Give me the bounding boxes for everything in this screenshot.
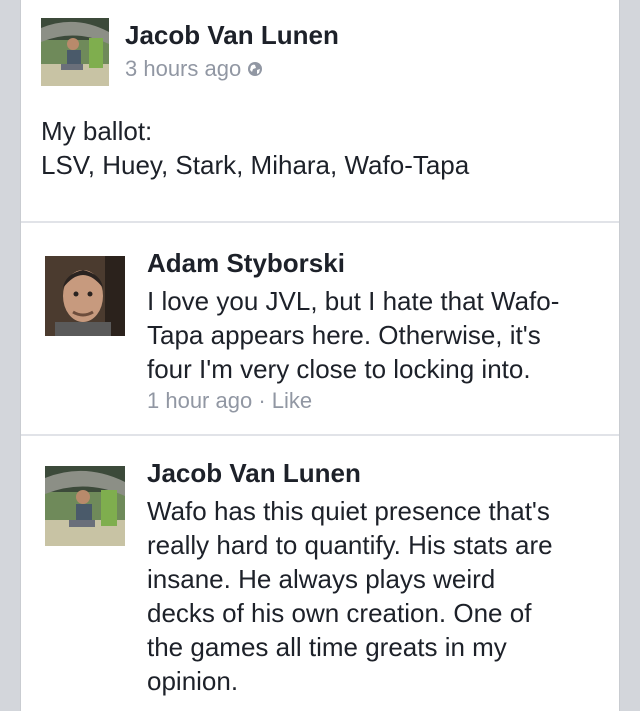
avatar[interactable] bbox=[45, 466, 125, 546]
comment-text-line: Wafo has this quiet presence that's bbox=[147, 496, 550, 526]
news-feed-card: Jacob Van Lunen 3 hours ago My ballot: L… bbox=[20, 0, 620, 711]
comment-text-line: insane. He always plays weird bbox=[147, 564, 496, 594]
post-text-line: LSV, Huey, Stark, Mihara, Wafo-Tapa bbox=[41, 150, 470, 180]
comment-text-line: opinion. bbox=[147, 666, 239, 696]
comment-text-line: Tapa appears here. Otherwise, it's bbox=[147, 320, 541, 350]
comment-time[interactable]: 1 hour ago bbox=[147, 388, 252, 413]
post-timestamp: 3 hours ago bbox=[125, 56, 263, 82]
comment-text-line: I love you JVL, but I hate that Wafo- bbox=[147, 286, 560, 316]
divider bbox=[21, 434, 619, 436]
comment-text-line: four I'm very close to locking into. bbox=[147, 354, 531, 384]
comment-author-name[interactable]: Jacob Van Lunen bbox=[147, 458, 361, 489]
comment-text-line: the games all time greats in my bbox=[147, 632, 507, 662]
post-author-name[interactable]: Jacob Van Lunen bbox=[125, 20, 339, 51]
divider bbox=[21, 221, 619, 223]
post-time[interactable]: 3 hours ago bbox=[125, 56, 241, 81]
post-body: My ballot: LSV, Huey, Stark, Mihara, Waf… bbox=[41, 114, 469, 182]
like-link[interactable]: Like bbox=[272, 388, 312, 413]
comment-text-line: decks of his own creation. One of bbox=[147, 598, 532, 628]
avatar[interactable] bbox=[45, 256, 125, 336]
globe-icon[interactable] bbox=[247, 57, 263, 76]
comment-meta: 1 hour ago · Like bbox=[147, 388, 312, 414]
comment-body: Wafo has this quiet presence that's real… bbox=[147, 494, 553, 698]
comment-author-name[interactable]: Adam Styborski bbox=[147, 248, 345, 279]
comment-text-line: really hard to quantify. His stats are bbox=[147, 530, 553, 560]
post-text-line: My ballot: bbox=[41, 116, 153, 146]
meta-separator: · bbox=[258, 388, 266, 413]
comment-body: I love you JVL, but I hate that Wafo- Ta… bbox=[147, 284, 559, 386]
avatar[interactable] bbox=[41, 18, 109, 86]
